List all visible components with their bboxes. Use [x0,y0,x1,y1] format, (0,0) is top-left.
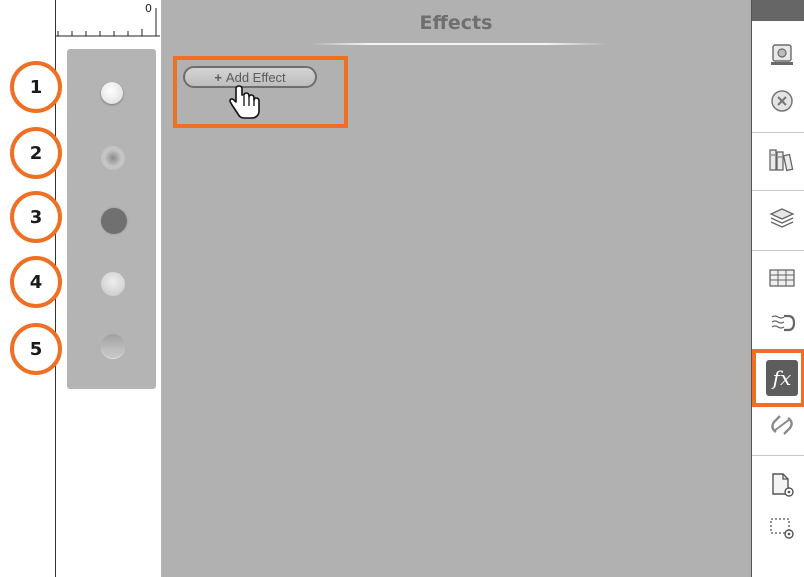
ruler-zero-label: 0 [145,2,152,15]
library-icon[interactable] [766,145,798,175]
plus-icon: + [214,69,222,85]
effect-swatch-2[interactable] [101,146,125,170]
effects-panel: Effects + Add Effect [161,0,751,577]
layers-icon[interactable] [766,202,798,232]
right-toolbar: fx [751,0,804,577]
toolbar-divider [752,250,804,251]
toolbar-divider [752,455,804,456]
link-icon[interactable] [766,410,798,440]
page-settings-icon[interactable] [766,470,798,500]
panel-title: Effects [419,12,493,34]
toolbar-divider [752,190,804,191]
effect-swatch-5[interactable] [101,334,125,358]
record-icon[interactable] [766,40,798,70]
effect-swatch-3[interactable] [101,208,127,234]
add-effect-label: Add Effect [225,69,286,85]
step-marker-4: 4 [10,256,62,308]
step-marker-2: 2 [10,127,62,179]
grid-icon[interactable] [766,263,798,293]
toolbar-divider [752,132,804,133]
close-icon[interactable] [766,86,798,116]
selection-settings-icon[interactable] [766,512,798,542]
step-marker-5: 5 [10,323,62,375]
step-marker-3: 3 [10,191,62,243]
step-marker-1: 1 [10,61,62,113]
effect-swatch-4[interactable] [101,272,125,296]
hand-cursor-icon [229,85,260,119]
title-underline [309,43,607,45]
effect-swatch-1[interactable] [101,82,123,104]
magnet-icon[interactable] [766,308,798,338]
toolbar-header [752,0,804,21]
effects-fx-button[interactable]: fx [766,360,798,396]
